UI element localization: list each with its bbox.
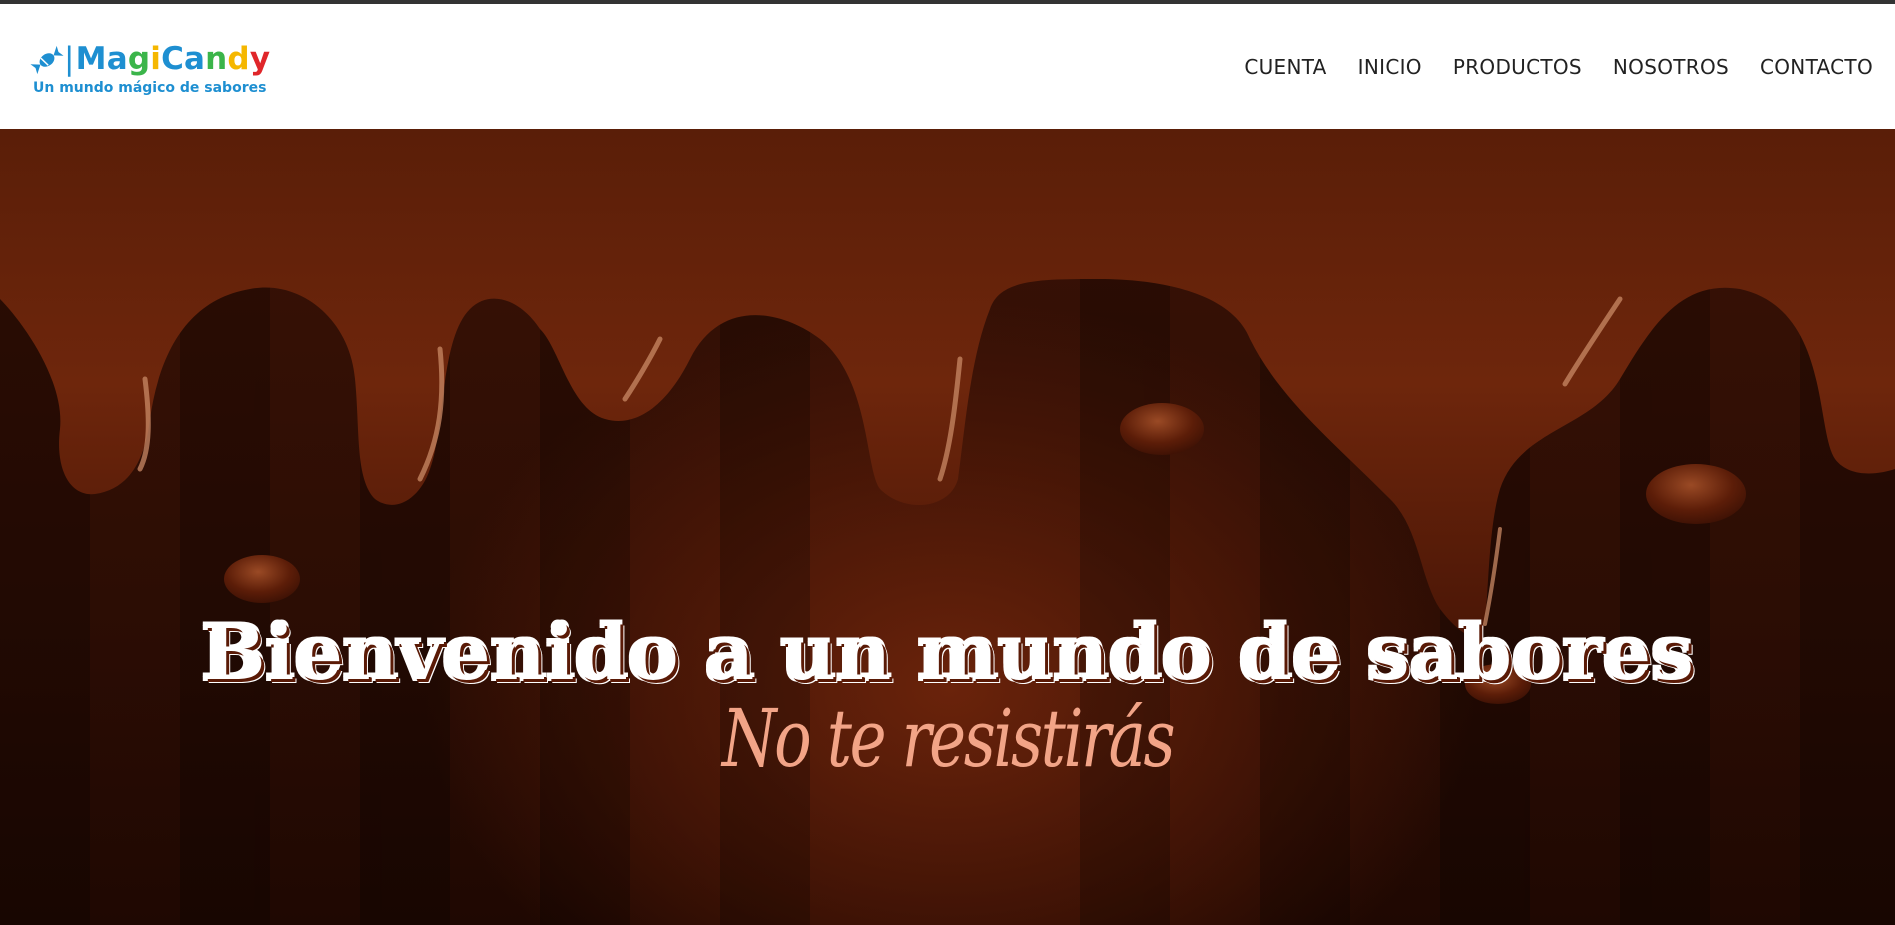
brand-tagline: Un mundo mágico de sabores	[33, 80, 267, 96]
brand-logo[interactable]: |MagiCandy Un mundo mágico de sabores	[30, 40, 270, 100]
hero-title: Bienvenido a un mundo de sabores	[201, 607, 1694, 697]
brand-letter: n	[205, 41, 228, 77]
main-nav: CUENTA INICIO PRODUCTOS NOSOTROS CONTACT…	[1213, 54, 1873, 80]
nav-item-productos[interactable]: PRODUCTOS	[1453, 54, 1582, 80]
brand-letter: i	[150, 41, 162, 77]
site-header: |MagiCandy Un mundo mágico de sabores CU…	[0, 4, 1895, 129]
brand-letter: C	[161, 41, 185, 77]
nav-item-cuenta[interactable]: CUENTA	[1244, 54, 1326, 80]
nav-item-inicio[interactable]: INICIO	[1358, 54, 1422, 80]
hero-subtitle: No te resistirás	[721, 692, 1176, 785]
melting-chocolate-background	[0, 129, 1895, 925]
candy-icon	[30, 45, 64, 75]
brand-letter: d	[227, 41, 250, 77]
nav-item-nosotros[interactable]: NOSOTROS	[1613, 54, 1729, 80]
brand-name: |MagiCandy	[64, 41, 271, 77]
nav-item-contacto[interactable]: CONTACTO	[1760, 54, 1873, 80]
brand-letter: a	[106, 41, 128, 77]
brand-letter: M	[75, 41, 107, 77]
brand-letter: a	[184, 41, 206, 77]
brand-letter: y	[249, 41, 271, 77]
hero-banner: Bienvenido a un mundo de sabores No te r…	[0, 129, 1895, 925]
brand-letter: g	[127, 41, 151, 77]
